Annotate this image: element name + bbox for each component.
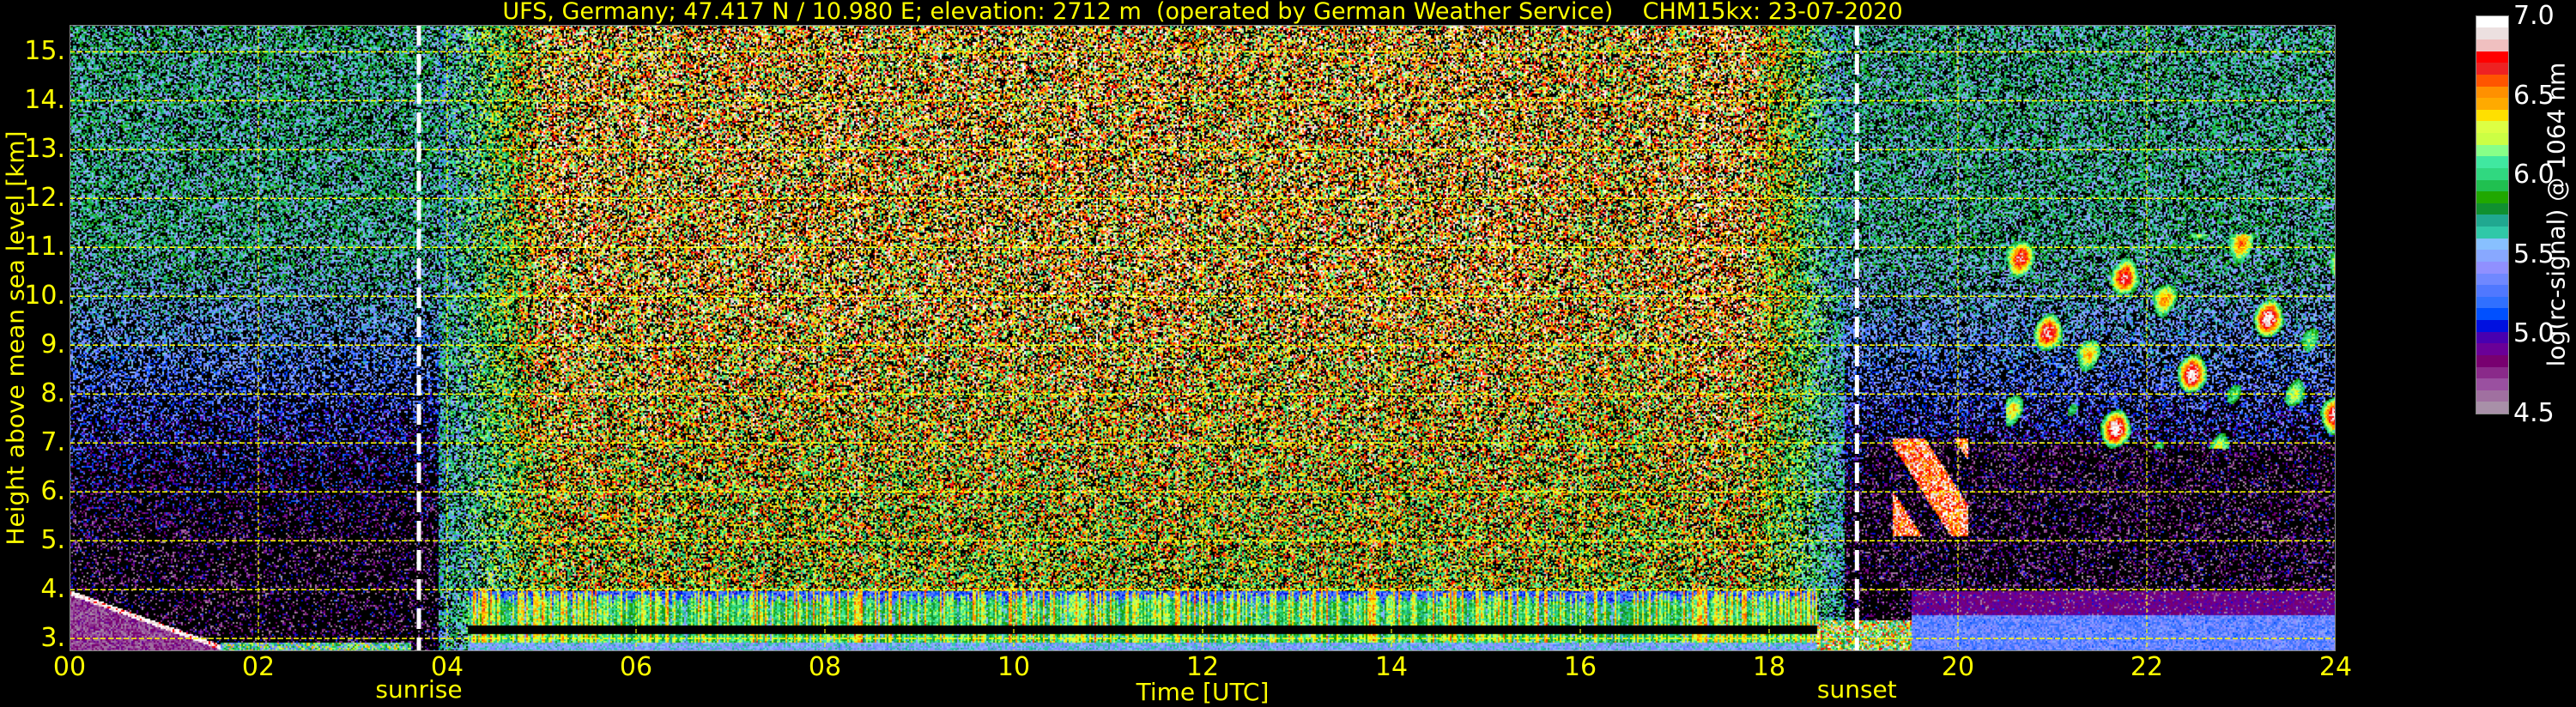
colorbar-swatch	[2476, 343, 2508, 355]
x-tick-label: 16	[1563, 652, 1597, 682]
colorbar-swatch	[2476, 156, 2508, 168]
colorbar-swatch	[2476, 98, 2508, 110]
x-tick-label: 10	[997, 652, 1031, 682]
colorbar-swatch	[2476, 320, 2508, 332]
colorbar-swatch	[2476, 227, 2508, 239]
colorbar-swatch	[2476, 308, 2508, 320]
colorbar-swatch	[2476, 296, 2508, 309]
x-tick-label: 06	[619, 652, 653, 682]
x-tick-label: 24	[2318, 652, 2353, 682]
colorbar-swatch	[2476, 121, 2508, 133]
colorbar-swatch	[2476, 354, 2508, 367]
grid-overlay	[70, 25, 2336, 651]
colorbar-swatch	[2476, 238, 2508, 251]
x-tick-label: 14	[1374, 652, 1409, 682]
x-tick-label: 00	[52, 652, 87, 682]
colorbar-swatch	[2476, 402, 2508, 414]
colorbar-swatch	[2476, 366, 2508, 379]
x-tick-label: 12	[1185, 652, 1220, 682]
colorbar-swatch	[2476, 167, 2508, 180]
colorbar-swatch	[2476, 378, 2508, 390]
colorbar-tick-label: 4.5	[2513, 398, 2555, 428]
colorbar-swatch	[2476, 74, 2508, 87]
colorbar	[2476, 15, 2509, 414]
sunrise-label: sunrise	[375, 675, 463, 704]
colorbar-swatch	[2476, 86, 2508, 99]
colorbar-swatch	[2476, 51, 2508, 63]
x-tick-label: 02	[241, 652, 276, 682]
chart-title: UFS, Germany; 47.417 N / 10.980 E; eleva…	[502, 0, 1903, 25]
x-axis-label: Time [UTC]	[1136, 678, 1270, 706]
colorbar-tick-label: 7.0	[2513, 1, 2555, 31]
y-axis-label: Height above mean sea level [km]	[1, 130, 30, 546]
colorbar-swatch	[2476, 261, 2508, 274]
colorbar-label: log(rc-signal) @ 1064 nm	[2542, 62, 2571, 367]
colorbar-swatch	[2476, 15, 2508, 28]
colorbar-swatch	[2476, 273, 2508, 286]
x-tick-label: 22	[2130, 652, 2164, 682]
y-tick-label: 3.	[40, 623, 65, 654]
colorbar-swatch	[2476, 179, 2508, 192]
colorbar-swatch	[2476, 285, 2508, 297]
x-tick-label: 08	[808, 652, 842, 682]
colorbar-swatch	[2476, 191, 2508, 203]
x-tick-label: 18	[1752, 652, 1786, 682]
colorbar-swatch	[2476, 27, 2508, 39]
x-tick-label: 20	[1941, 652, 1975, 682]
colorbar-swatch	[2476, 63, 2508, 75]
colorbar-swatch	[2476, 331, 2508, 344]
y-tick-label: 15.	[24, 36, 65, 67]
y-tick-label: 14.	[24, 85, 65, 116]
colorbar-swatch	[2476, 39, 2508, 51]
y-tick-label: 4.	[40, 574, 65, 605]
sunset-label: sunset	[1816, 675, 1897, 704]
colorbar-swatch	[2476, 215, 2508, 227]
colorbar-swatch	[2476, 133, 2508, 145]
colorbar-swatch	[2476, 144, 2508, 157]
plot-area	[70, 25, 2336, 651]
colorbar-swatch	[2476, 202, 2508, 215]
colorbar-swatch	[2476, 390, 2508, 402]
colorbar-swatch	[2476, 109, 2508, 122]
colorbar-swatch	[2476, 250, 2508, 262]
